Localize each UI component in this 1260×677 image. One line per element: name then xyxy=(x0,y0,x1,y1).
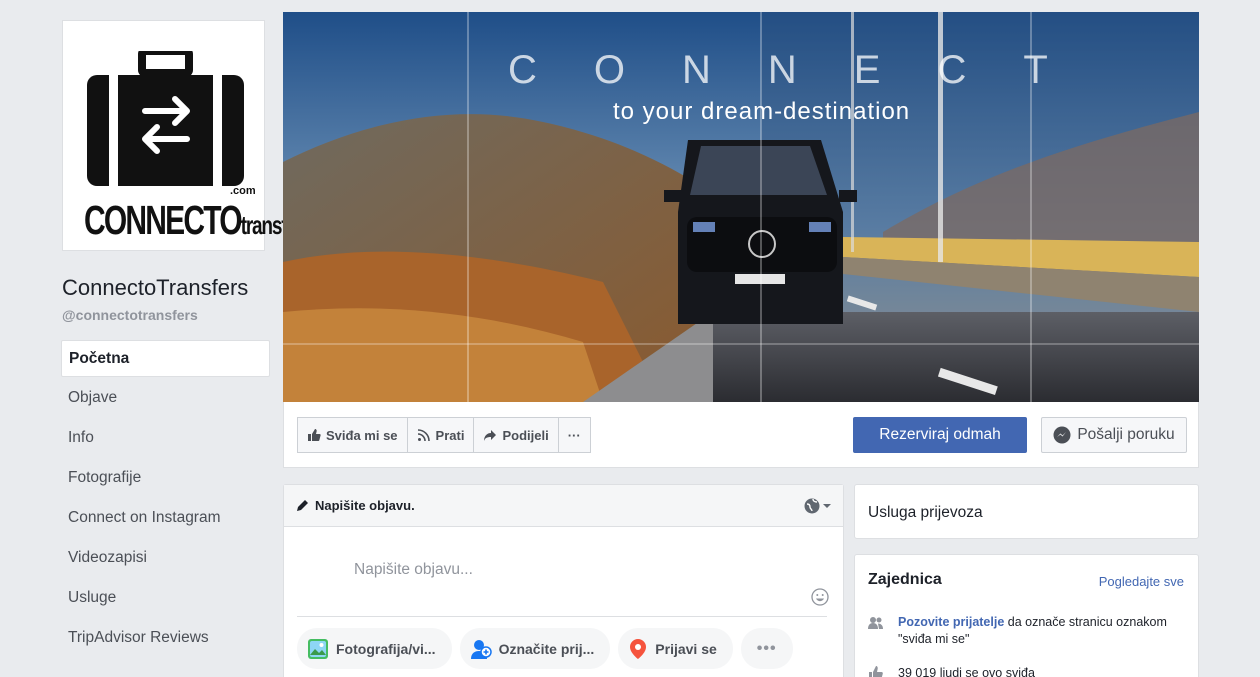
nav-item-tripadvisor[interactable]: TripAdvisor Reviews xyxy=(61,619,270,657)
photo-icon xyxy=(308,638,328,659)
composer-more-button[interactable]: ••• xyxy=(740,628,793,669)
cover-headline: CONNECT xyxy=(508,48,1105,92)
globe-icon xyxy=(804,498,820,514)
messenger-icon xyxy=(1053,426,1071,444)
logo-wordmark: CONNECTOtransfers xyxy=(84,199,312,245)
emoji-icon[interactable] xyxy=(811,588,829,606)
nav-item-photos[interactable]: Fotografije xyxy=(61,459,270,497)
composer-more-label: ••• xyxy=(756,639,777,657)
page-action-buttons: Sviđa mi se Prati Podijeli ··· xyxy=(297,417,591,453)
invite-friends-icon xyxy=(868,617,883,629)
page-sidebar: .com CONNECTOtransfers ConnectoTransfers… xyxy=(61,20,312,657)
composer-input[interactable]: Napišite objavu... xyxy=(354,561,473,579)
rss-icon xyxy=(417,429,430,442)
nav-item-home[interactable]: Početna xyxy=(61,340,270,377)
page-category-card: Usluga prijevoza xyxy=(854,484,1199,539)
logo-wordmark-main: CONNECTO xyxy=(84,199,243,244)
check-in-button[interactable]: Prijavi se xyxy=(618,628,733,669)
profile-picture[interactable]: .com CONNECTOtransfers xyxy=(62,20,312,251)
follow-button-label: Prati xyxy=(435,427,465,443)
community-title: Zajednica xyxy=(868,571,942,588)
invite-friends-text: Pozovite prijatelje da označe stranicu o… xyxy=(898,614,1168,648)
post-composer: Napišite objavu. Napišite objavu... Foto… xyxy=(283,484,844,677)
location-pin-icon xyxy=(630,638,647,659)
thumbs-up-icon xyxy=(869,666,883,677)
composer-header[interactable]: Napišite objavu. xyxy=(284,485,843,527)
nav-item-info[interactable]: Info xyxy=(61,419,270,457)
invite-friends-link[interactable]: Pozovite prijatelje xyxy=(898,615,1004,629)
chevron-down-icon xyxy=(823,504,831,508)
like-button[interactable]: Sviđa mi se xyxy=(297,417,408,453)
more-options-label: ··· xyxy=(567,427,581,443)
like-button-label: Sviđa mi se xyxy=(326,427,398,443)
share-button[interactable]: Podijeli xyxy=(474,417,559,453)
invite-friends-row: Pozovite prijatelje da označe stranicu o… xyxy=(868,614,1168,648)
page-handle[interactable]: @connectotransfers xyxy=(62,307,272,323)
audience-selector[interactable] xyxy=(804,498,831,514)
tag-friends-icon xyxy=(470,639,492,659)
nav-item-videos[interactable]: Videozapisi xyxy=(61,539,270,577)
see-all-link[interactable]: Pogledajte sve xyxy=(1099,574,1184,589)
community-card: Zajednica Pogledajte sve Pozovite prijat… xyxy=(854,554,1199,677)
page-category[interactable]: Usluga prijevoza xyxy=(868,504,983,522)
photo-video-label: Fotografija/vi... xyxy=(336,640,436,657)
nav-item-posts[interactable]: Objave xyxy=(61,379,270,417)
divider xyxy=(297,616,827,617)
page-nav: Početna Objave Info Fotografije Connect … xyxy=(61,340,270,657)
check-in-label: Prijavi se xyxy=(655,640,717,657)
cover-tagline: to your dream-destination xyxy=(613,98,911,125)
send-message-button[interactable]: Pošalji poruku xyxy=(1041,417,1187,453)
suitcase-logo-icon xyxy=(87,51,244,186)
page-title[interactable]: ConnectoTransfers xyxy=(62,275,272,301)
logo-dotcom: .com xyxy=(230,185,256,197)
cover-photo[interactable]: CONNECT to your dream-destination xyxy=(283,12,1199,402)
likes-count-row: 39 019 ljudi se ovo sviđa xyxy=(868,665,1168,677)
thumbs-up-icon xyxy=(308,429,321,441)
nav-item-instagram[interactable]: Connect on Instagram xyxy=(61,499,270,537)
send-message-label: Pošalji poruku xyxy=(1077,426,1175,443)
tag-friends-label: Označite prij... xyxy=(498,640,595,657)
nav-item-services[interactable]: Usluge xyxy=(61,579,270,617)
likes-count-text: 39 019 ljudi se ovo sviđa xyxy=(898,666,1035,677)
pencil-icon xyxy=(297,500,308,511)
share-arrow-icon xyxy=(484,430,497,441)
page-action-bar: Sviđa mi se Prati Podijeli ··· Rezervira… xyxy=(283,402,1199,468)
share-button-label: Podijeli xyxy=(502,427,549,443)
follow-button[interactable]: Prati xyxy=(407,417,475,453)
composer-actions: Fotografija/vi... Označite prij... Prija… xyxy=(297,628,793,669)
book-now-button[interactable]: Rezerviraj odmah xyxy=(853,417,1027,453)
tag-friends-button[interactable]: Označite prij... xyxy=(459,628,611,669)
composer-header-label: Napišite objavu. xyxy=(315,498,415,513)
more-options-button[interactable]: ··· xyxy=(558,417,591,453)
photo-video-button[interactable]: Fotografija/vi... xyxy=(297,628,452,669)
